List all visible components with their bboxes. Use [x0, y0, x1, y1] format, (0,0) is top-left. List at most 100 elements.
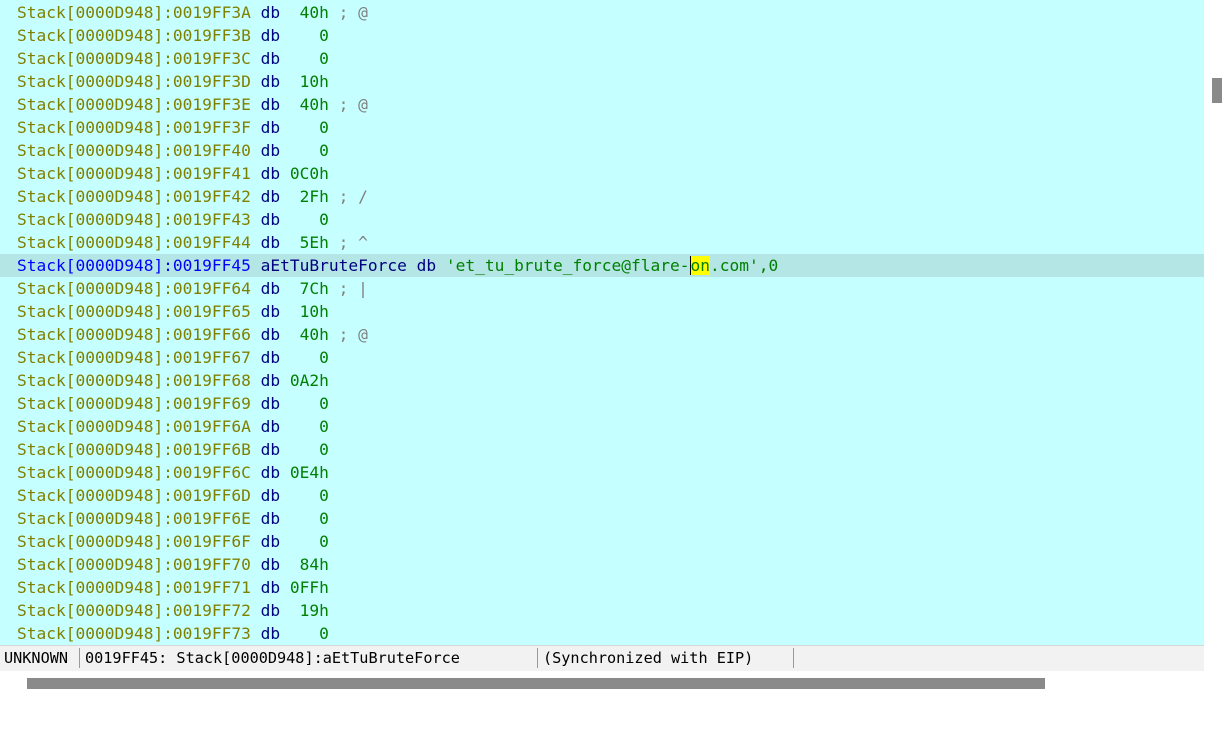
line-address: Stack[0000D948]:0019FF69 — [17, 394, 251, 413]
line-address: Stack[0000D948]:0019FF3D — [17, 72, 251, 91]
line-address: Stack[0000D948]:0019FF41 — [17, 164, 251, 183]
line-mnemonic: db — [260, 578, 281, 597]
line-value: 0 — [289, 394, 329, 413]
line-address: Stack[0000D948]:0019FF72 — [17, 601, 251, 620]
line-value: 0 — [289, 118, 329, 137]
text-cursor-highlight: o — [689, 256, 701, 275]
listing-line[interactable]: Stack[0000D948]:0019FF3C db 0 — [0, 47, 1204, 70]
line-mnemonic: db — [260, 394, 281, 413]
line-value: 0 — [289, 417, 329, 436]
line-address: Stack[0000D948]:0019FF3C — [17, 49, 251, 68]
line-address: Stack[0000D948]:0019FF6D — [17, 486, 251, 505]
line-mnemonic: db — [260, 463, 281, 482]
string-literal-start: 'et_tu_brute_force@flare- — [445, 256, 690, 275]
line-mnemonic: db — [260, 72, 281, 91]
listing-line[interactable]: Stack[0000D948]:0019FF67 db 0 — [0, 346, 1204, 369]
vertical-scrollbar[interactable] — [1204, 0, 1231, 645]
listing-line[interactable]: Stack[0000D948]:0019FF41 db 0C0h — [0, 162, 1204, 185]
line-value: 0 — [289, 486, 329, 505]
line-value: 40h — [289, 325, 329, 344]
vertical-scrollbar-thumb[interactable] — [1212, 78, 1222, 103]
line-value: 7Ch — [289, 279, 329, 298]
listing-line[interactable]: Stack[0000D948]:0019FF68 db 0A2h — [0, 369, 1204, 392]
line-value: 0 — [289, 509, 329, 528]
line-value: 0 — [289, 210, 329, 229]
line-comment: ; @ — [328, 325, 368, 344]
line-value: 10h — [289, 302, 329, 321]
line-address: Stack[0000D948]:0019FF40 — [17, 141, 251, 160]
line-address: Stack[0000D948]:0019FF45 — [17, 256, 251, 275]
line-address: Stack[0000D948]:0019FF68 — [17, 371, 251, 390]
line-value: 0 — [289, 141, 329, 160]
line-value: 40h — [289, 3, 329, 22]
sync-status: (Synchronized with EIP) — [539, 648, 794, 668]
line-mnemonic: db — [260, 624, 281, 643]
line-address: Stack[0000D948]:0019FF44 — [17, 233, 251, 252]
line-mnemonic: db — [260, 164, 281, 183]
string-label[interactable]: aEtTuBruteForce — [261, 256, 407, 275]
line-comment: ; @ — [328, 95, 368, 114]
line-mnemonic: db — [260, 417, 281, 436]
listing-line[interactable]: Stack[0000D948]:0019FF71 db 0FFh — [0, 576, 1204, 599]
line-mnemonic: db — [260, 302, 281, 321]
listing-line[interactable]: Stack[0000D948]:0019FF3A db 40h ; @ — [0, 1, 1204, 24]
line-mnemonic: db — [260, 118, 281, 137]
line-address: Stack[0000D948]:0019FF43 — [17, 210, 251, 229]
line-value: 2Fh — [289, 187, 329, 206]
listing-line[interactable]: Stack[0000D948]:0019FF6B db 0 — [0, 438, 1204, 461]
line-value: 19h — [289, 601, 329, 620]
line-mnemonic: db — [260, 49, 281, 68]
line-address: Stack[0000D948]:0019FF6B — [17, 440, 251, 459]
line-value: 0 — [289, 532, 329, 551]
line-address: Stack[0000D948]:0019FF6A — [17, 417, 251, 436]
line-mnemonic: db — [260, 325, 281, 344]
line-address: Stack[0000D948]:0019FF3B — [17, 26, 251, 45]
listing-line[interactable]: Stack[0000D948]:0019FF66 db 40h ; @ — [0, 323, 1204, 346]
string-terminator: ,0 — [758, 256, 779, 275]
listing-line[interactable]: Stack[0000D948]:0019FF72 db 19h — [0, 599, 1204, 622]
line-value: 84h — [289, 555, 329, 574]
listing-line[interactable]: Stack[0000D948]:0019FF6C db 0E4h — [0, 461, 1204, 484]
disassembly-view[interactable]: Stack[0000D948]:0019FF3A db 40h ; @ Stac… — [0, 0, 1204, 645]
line-mnemonic: db — [260, 371, 281, 390]
listing-line[interactable]: Stack[0000D948]:0019FF40 db 0 — [0, 139, 1204, 162]
listing-line[interactable]: Stack[0000D948]:0019FF64 db 7Ch ; | — [0, 277, 1204, 300]
line-mnemonic: db — [416, 256, 437, 275]
line-address: Stack[0000D948]:0019FF6E — [17, 509, 251, 528]
line-mnemonic: db — [260, 210, 281, 229]
line-value: 0 — [289, 440, 329, 459]
line-address: Stack[0000D948]:0019FF64 — [17, 279, 251, 298]
listing-line[interactable]: Stack[0000D948]:0019FF3B db 0 — [0, 24, 1204, 47]
listing-line[interactable]: Stack[0000D948]:0019FF42 db 2Fh ; / — [0, 185, 1204, 208]
listing-line[interactable]: Stack[0000D948]:0019FF73 db 0 — [0, 622, 1204, 645]
listing-line[interactable]: Stack[0000D948]:0019FF6A db 0 — [0, 415, 1204, 438]
line-address: Stack[0000D948]:0019FF6F — [17, 532, 251, 551]
current-listing-line[interactable]: Stack[0000D948]:0019FF45 aEtTuBruteForce… — [0, 254, 1204, 277]
line-value: 10h — [289, 72, 329, 91]
line-mnemonic: db — [260, 486, 281, 505]
line-address: Stack[0000D948]:0019FF3E — [17, 95, 251, 114]
line-comment: ; | — [328, 279, 368, 298]
horizontal-scrollbar[interactable] — [0, 671, 1231, 697]
line-value: 0FFh — [289, 578, 329, 597]
listing-line[interactable]: Stack[0000D948]:0019FF6F db 0 — [0, 530, 1204, 553]
segment-type: UNKNOWN — [0, 648, 80, 668]
listing-line[interactable]: Stack[0000D948]:0019FF65 db 10h — [0, 300, 1204, 323]
line-address: Stack[0000D948]:0019FF73 — [17, 624, 251, 643]
line-mnemonic: db — [260, 440, 281, 459]
line-address: Stack[0000D948]:0019FF42 — [17, 187, 251, 206]
listing-line[interactable]: Stack[0000D948]:0019FF69 db 0 — [0, 392, 1204, 415]
listing-line[interactable]: Stack[0000D948]:0019FF70 db 84h — [0, 553, 1204, 576]
listing-line[interactable]: Stack[0000D948]:0019FF6E db 0 — [0, 507, 1204, 530]
current-location: 0019FF45: Stack[0000D948]:aEtTuBruteForc… — [81, 648, 538, 668]
listing-line[interactable]: Stack[0000D948]:0019FF3F db 0 — [0, 116, 1204, 139]
listing-line[interactable]: Stack[0000D948]:0019FF6D db 0 — [0, 484, 1204, 507]
line-mnemonic: db — [260, 532, 281, 551]
line-address: Stack[0000D948]:0019FF6C — [17, 463, 251, 482]
listing-line[interactable]: Stack[0000D948]:0019FF43 db 0 — [0, 208, 1204, 231]
listing-line[interactable]: Stack[0000D948]:0019FF44 db 5Eh ; ^ — [0, 231, 1204, 254]
listing-line[interactable]: Stack[0000D948]:0019FF3E db 40h ; @ — [0, 93, 1204, 116]
horizontal-scrollbar-thumb[interactable] — [27, 678, 1045, 689]
listing-line[interactable]: Stack[0000D948]:0019FF3D db 10h — [0, 70, 1204, 93]
string-literal-end: .com' — [710, 256, 759, 275]
